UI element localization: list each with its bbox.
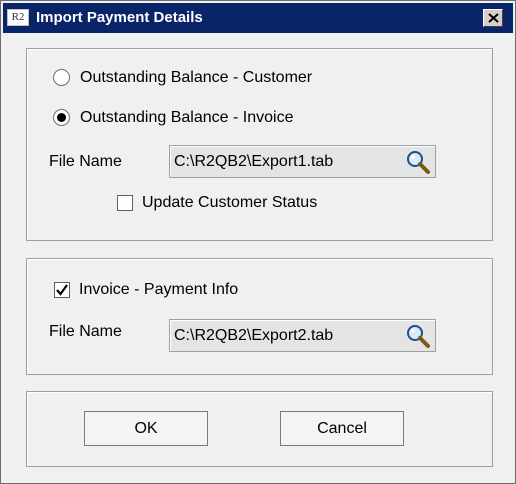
magnifier-icon[interactable] bbox=[405, 149, 431, 175]
file-name-field-2[interactable]: C:\R2QB2\Export2.tab bbox=[169, 319, 436, 352]
magnifier-icon[interactable] bbox=[405, 323, 431, 349]
app-icon: R2 bbox=[7, 9, 29, 26]
invoice-payment-group bbox=[26, 258, 493, 375]
update-customer-status-checkbox[interactable] bbox=[117, 195, 133, 211]
window-title: Import Payment Details bbox=[36, 9, 203, 26]
radio-outstanding-customer-label[interactable]: Outstanding Balance - Customer bbox=[80, 68, 312, 88]
file-name-value-1: C:\R2QB2\Export1.tab bbox=[174, 153, 334, 170]
invoice-payment-checkbox[interactable] bbox=[54, 282, 70, 298]
close-button[interactable] bbox=[483, 9, 503, 27]
invoice-payment-label[interactable]: Invoice - Payment Info bbox=[79, 280, 238, 300]
update-customer-status-label[interactable]: Update Customer Status bbox=[142, 193, 317, 213]
checkmark-icon bbox=[56, 284, 68, 296]
title-bar[interactable]: R2 Import Payment Details bbox=[3, 3, 513, 33]
cancel-button[interactable]: Cancel bbox=[280, 411, 404, 446]
radio-selected-dot bbox=[57, 113, 66, 122]
ok-button[interactable]: OK bbox=[84, 411, 208, 446]
file-name-label-1: File Name bbox=[49, 153, 122, 170]
close-icon bbox=[488, 13, 499, 23]
radio-outstanding-invoice[interactable] bbox=[53, 109, 70, 126]
file-name-label-2: File Name bbox=[49, 323, 122, 340]
radio-outstanding-invoice-label[interactable]: Outstanding Balance - Invoice bbox=[80, 108, 293, 128]
radio-outstanding-customer[interactable] bbox=[53, 69, 70, 86]
dialog-window: R2 Import Payment Details Outstanding Ba… bbox=[0, 0, 516, 484]
file-name-field-1[interactable]: C:\R2QB2\Export1.tab bbox=[169, 145, 436, 178]
file-name-value-2: C:\R2QB2\Export2.tab bbox=[174, 327, 334, 344]
